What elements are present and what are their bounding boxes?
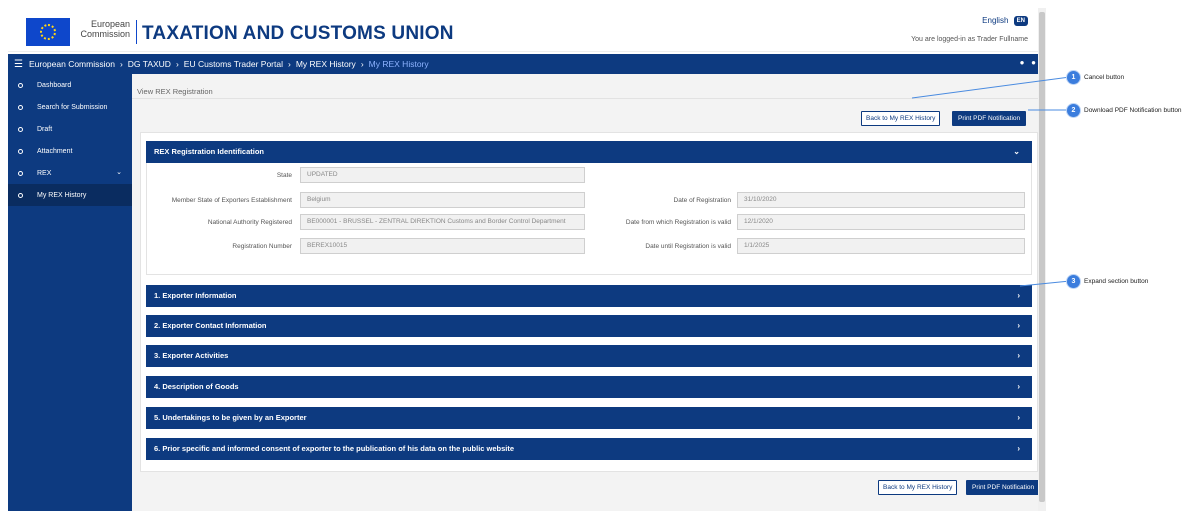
callout-label-3: Expand section button bbox=[1084, 278, 1149, 285]
scrollbar[interactable] bbox=[1038, 8, 1046, 511]
sidebar-item-attachment[interactable]: Attachment bbox=[8, 140, 132, 162]
circle-icon bbox=[18, 192, 23, 198]
breadcrumb-bar: ☰ European Commission › DG TAXUD › EU Cu… bbox=[8, 54, 1046, 74]
chevron-right-icon: › bbox=[287, 59, 291, 69]
callout-label-1: Cancel button bbox=[1084, 74, 1125, 81]
org-name: European Commission bbox=[80, 19, 130, 39]
chevron-right-icon[interactable]: › bbox=[1017, 315, 1020, 337]
registration-number-field: BEREX10015 bbox=[300, 238, 585, 254]
chevron-right-icon[interactable]: › bbox=[1017, 345, 1020, 367]
sidebar-item-draft[interactable]: Draft bbox=[8, 118, 132, 140]
member-state-label: Member State of Exporters Establishment bbox=[171, 197, 292, 204]
screenshot-root: European Commission TAXATION AND CUSTOMS… bbox=[0, 0, 1187, 511]
print-pdf-button-bottom[interactable]: Print PDF Notification bbox=[966, 480, 1041, 495]
breadcrumb-item[interactable]: DG TAXUD bbox=[128, 59, 171, 69]
chevron-down-icon: ⌄ bbox=[116, 169, 122, 176]
date-from-field: 12/1/2020 bbox=[737, 214, 1025, 230]
chevron-right-icon[interactable]: › bbox=[1017, 285, 1020, 307]
chevron-right-icon: › bbox=[175, 59, 179, 69]
sidebar-item-dashboard[interactable]: Dashboard bbox=[8, 74, 132, 96]
section-header-exporter-info[interactable]: 1. Exporter Information › bbox=[146, 285, 1032, 307]
circle-icon bbox=[18, 126, 23, 132]
print-pdf-button[interactable]: Print PDF Notification bbox=[952, 111, 1027, 126]
registration-number-label: Registration Number bbox=[232, 243, 292, 250]
breadcrumb-item[interactable]: European Commission bbox=[29, 59, 115, 69]
registration-panel: REX Registration Identification ⌄ State … bbox=[140, 132, 1038, 472]
callout-badge-1: 1 bbox=[1067, 71, 1080, 84]
state-label: State bbox=[276, 172, 292, 179]
chevron-right-icon: › bbox=[119, 59, 123, 69]
logged-in-status: You are logged-in as Trader Fullname bbox=[911, 36, 1028, 43]
circle-icon bbox=[18, 82, 23, 88]
sidebar-item-my-rex-history[interactable]: My REX History bbox=[8, 184, 132, 206]
sidebar-item-rex[interactable]: REX ⌄ bbox=[8, 162, 132, 184]
section-header-contact-info[interactable]: 2. Exporter Contact Information › bbox=[146, 315, 1032, 337]
chevron-right-icon: › bbox=[360, 59, 364, 69]
user-icon[interactable]: ● bbox=[1031, 58, 1036, 67]
section-header-goods[interactable]: 4. Description of Goods › bbox=[146, 376, 1032, 398]
eu-flag-logo[interactable] bbox=[26, 18, 70, 46]
scrollbar-thumb[interactable] bbox=[1039, 12, 1045, 502]
breadcrumb-current: My REX History bbox=[368, 59, 429, 69]
date-until-field: 1/1/2025 bbox=[737, 238, 1025, 254]
chevron-right-icon[interactable]: › bbox=[1017, 438, 1020, 460]
site-title: TAXATION AND CUSTOMS UNION bbox=[142, 23, 454, 44]
browser-window: European Commission TAXATION AND CUSTOMS… bbox=[8, 8, 1046, 511]
language-code-badge: EN bbox=[1013, 16, 1028, 26]
callout-badge-2: 2 bbox=[1067, 104, 1080, 117]
date-registration-field: 31/10/2020 bbox=[737, 192, 1025, 208]
state-field: UPDATED bbox=[300, 167, 585, 183]
circle-icon bbox=[18, 148, 23, 154]
section-header-undertakings[interactable]: 5. Undertakings to be given by an Export… bbox=[146, 407, 1032, 429]
circle-icon bbox=[18, 170, 23, 176]
member-state-field: Belgium bbox=[300, 192, 585, 208]
breadcrumb-item[interactable]: EU Customs Trader Portal bbox=[184, 59, 283, 69]
chevron-right-icon[interactable]: › bbox=[1017, 376, 1020, 398]
date-registration-label: Date of Registration bbox=[673, 197, 731, 204]
callout-label-2: Download PDF Notification button bbox=[1084, 107, 1182, 114]
section-header-activities[interactable]: 3. Exporter Activities › bbox=[146, 345, 1032, 367]
sidebar-item-search[interactable]: Search for Submission bbox=[8, 96, 132, 118]
bell-icon[interactable]: ● bbox=[1020, 58, 1025, 67]
date-from-label: Date from which Registration is valid bbox=[625, 219, 731, 226]
section-header-consent[interactable]: 6. Prior specific and informed consent o… bbox=[146, 438, 1032, 460]
chevron-down-icon[interactable]: ⌄ bbox=[1013, 141, 1020, 163]
breadcrumb-item[interactable]: My REX History bbox=[296, 59, 356, 69]
authority-field: BE000001 - BRUSSEL - ZENTRAL DIREKTION C… bbox=[300, 214, 585, 230]
section-header-identification[interactable]: REX Registration Identification ⌄ bbox=[146, 141, 1032, 163]
back-to-history-button-bottom[interactable]: Back to My REX History bbox=[878, 480, 958, 495]
header-divider bbox=[136, 20, 137, 44]
menu-icon[interactable]: ☰ bbox=[14, 59, 23, 70]
language-label: English bbox=[982, 16, 1009, 26]
page-title: View REX Registration bbox=[137, 87, 213, 96]
back-to-history-button[interactable]: Back to My REX History bbox=[861, 111, 941, 126]
nav-actions: ● ● bbox=[1020, 58, 1036, 67]
sidebar: Dashboard Search for Submission Draft At… bbox=[8, 74, 132, 511]
callout-badge-3: 3 bbox=[1067, 275, 1080, 288]
language-selector[interactable]: English EN bbox=[982, 16, 1028, 26]
site-header: European Commission TAXATION AND CUSTOMS… bbox=[8, 8, 1046, 52]
eu-stars-icon bbox=[40, 24, 56, 40]
chevron-right-icon[interactable]: › bbox=[1017, 407, 1020, 429]
authority-label: National Authority Registered bbox=[207, 219, 292, 226]
date-until-label: Date until Registration is valid bbox=[645, 243, 731, 250]
main-content: View REX Registration Back to My REX His… bbox=[132, 74, 1046, 511]
divider bbox=[132, 98, 1044, 99]
circle-icon bbox=[18, 104, 23, 110]
identification-body: State UPDATED Member State of Exporters … bbox=[146, 163, 1032, 275]
